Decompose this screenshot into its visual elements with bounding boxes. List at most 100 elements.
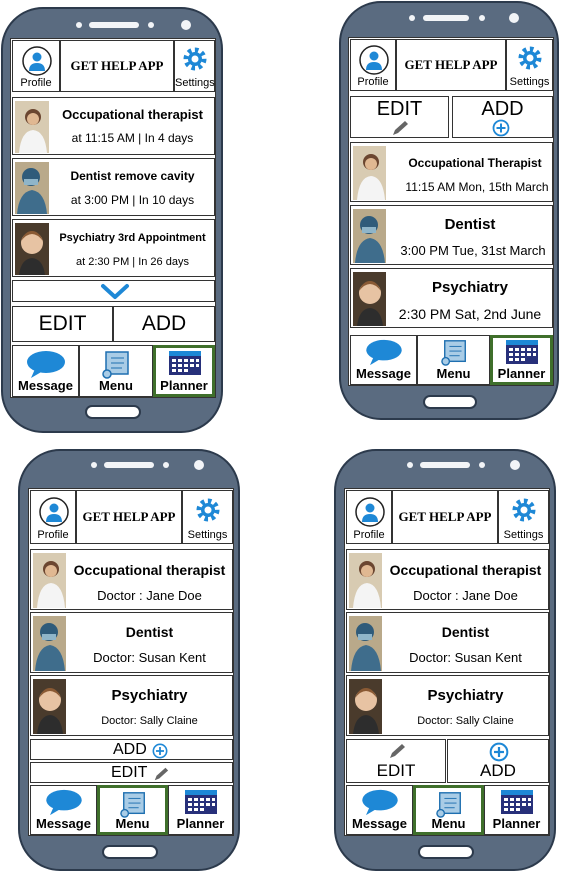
appointment-title: Psychiatry 3rd Appointment (59, 232, 206, 244)
add-button[interactable]: ADD (30, 739, 233, 760)
nav-planner[interactable]: Planner (490, 335, 553, 385)
doctor-name: Doctor : Jane Doe (97, 588, 202, 603)
nav-menu[interactable]: Menu (97, 785, 168, 835)
add-button[interactable]: ADD (447, 739, 549, 783)
expand-button[interactable] (12, 280, 215, 302)
sensor-dot (148, 22, 154, 28)
home-button[interactable] (423, 395, 477, 409)
nav-menu[interactable]: Menu (79, 345, 153, 397)
appointment-time: at 3:00 PM | In 10 days (70, 193, 195, 207)
edit-button[interactable]: EDIT (350, 96, 449, 138)
scroll-icon (436, 792, 461, 818)
calendar-icon (169, 351, 201, 375)
screen-4: Profile GET HELP APP Settings Occupation… (344, 488, 550, 836)
plus-circle-icon (492, 119, 510, 137)
app-title: GET HELP APP (76, 490, 182, 544)
pencil-icon (390, 744, 405, 758)
doctor-photo (353, 146, 386, 200)
nav-message[interactable]: Message (30, 785, 97, 835)
profile-button[interactable]: Profile (350, 39, 396, 91)
appointment-row[interactable]: Occupational Therapist 11:15 AM Mon, 15t… (350, 142, 553, 202)
doctor-row[interactable]: Psychiatry Doctor: Sally Claine (30, 675, 233, 736)
appointment-row[interactable]: Dentist 3:00 PM Tue, 31st March (350, 205, 553, 265)
sensor-dot (409, 15, 415, 21)
profile-label: Profile (353, 529, 385, 541)
appointment-time: at 11:15 AM | In 4 days (71, 131, 194, 145)
speaker (420, 462, 470, 468)
edit-button[interactable]: EDIT (12, 306, 113, 342)
nav-message[interactable]: Message (12, 345, 79, 397)
settings-label: Settings (509, 76, 550, 88)
appointment-time: at 2:30 PM | In 26 days (76, 256, 189, 268)
phone-3: Profile GET HELP APP Settings Occupation… (18, 449, 240, 871)
doctor-row[interactable]: Dentist Doctor: Susan Kent (346, 612, 549, 673)
app-title: GET HELP APP (396, 39, 506, 91)
doctor-specialty: Psychiatry (427, 687, 504, 704)
doctor-specialty: Dentist (441, 624, 490, 640)
plus-circle-icon (489, 742, 509, 762)
gear-icon (196, 498, 220, 522)
appointment-row[interactable]: Dentist remove cavity at 3:00 PM | In 10… (12, 158, 215, 216)
doctor-photo (15, 162, 49, 214)
nav-message[interactable]: Message (350, 335, 417, 385)
pencil-icon (393, 121, 408, 135)
app-title: GET HELP APP (392, 490, 498, 544)
profile-label: Profile (37, 529, 69, 541)
doctor-row[interactable]: Occupational therapist Doctor : Jane Doe (346, 549, 549, 610)
nav-planner-label: Planner (176, 816, 225, 831)
appointment-title: Dentist (444, 216, 496, 233)
gear-icon (512, 498, 536, 522)
nav-message[interactable]: Message (346, 785, 413, 835)
appointment-row[interactable]: Occupational therapist at 11:15 AM | In … (12, 97, 215, 155)
doctor-row[interactable]: Psychiatry Doctor: Sally Claine (346, 675, 549, 736)
add-button[interactable]: ADD (452, 96, 553, 138)
edit-label: EDIT (376, 761, 416, 780)
settings-button[interactable]: Settings (182, 490, 233, 544)
profile-button[interactable]: Profile (346, 490, 392, 544)
nav-planner[interactable]: Planner (168, 785, 233, 835)
phone-1: Profile GET HELP APP Settings Occupation… (1, 7, 223, 433)
nav-message-label: Message (18, 378, 73, 393)
add-label: ADD (113, 741, 147, 758)
nav-menu[interactable]: Menu (413, 785, 484, 835)
speech-bubble-icon (46, 789, 82, 816)
nav-menu[interactable]: Menu (417, 335, 490, 385)
camera (509, 13, 519, 23)
appointment-row[interactable]: Psychiatry 2:30 PM Sat, 2nd June (350, 268, 553, 328)
doctor-photo (353, 272, 386, 326)
home-button[interactable] (102, 845, 158, 859)
doctor-row[interactable]: Occupational therapist Doctor : Jane Doe (30, 549, 233, 610)
add-button[interactable]: ADD (113, 306, 215, 342)
sensor-dot (479, 15, 485, 21)
nav-menu-label: Menu (436, 366, 471, 381)
home-button[interactable] (418, 845, 474, 859)
home-button[interactable] (85, 405, 141, 419)
camera (194, 460, 204, 470)
calendar-icon (506, 340, 538, 364)
doctor-row[interactable]: Dentist Doctor: Susan Kent (30, 612, 233, 673)
calendar-icon (501, 790, 533, 814)
plus-circle-icon (152, 743, 168, 759)
camera (181, 20, 191, 30)
doctor-photo (349, 553, 382, 608)
settings-label: Settings (187, 529, 228, 541)
appointment-title: Occupational therapist (62, 107, 203, 122)
profile-icon (359, 45, 389, 75)
sensor-dot (479, 462, 485, 468)
doctor-photo (33, 553, 66, 608)
edit-button[interactable]: EDIT (30, 762, 233, 783)
scroll-icon (102, 351, 129, 379)
speech-bubble-icon (27, 351, 65, 378)
profile-button[interactable]: Profile (12, 40, 60, 92)
speaker (104, 462, 154, 468)
nav-planner[interactable]: Planner (484, 785, 549, 835)
nav-planner[interactable]: Planner (153, 345, 215, 397)
settings-button[interactable]: Settings (174, 40, 215, 92)
nav-menu-label: Menu (115, 816, 150, 831)
appointment-row[interactable]: Psychiatry 3rd Appointment at 2:30 PM | … (12, 219, 215, 277)
edit-button[interactable]: EDIT (346, 739, 446, 783)
settings-button[interactable]: Settings (498, 490, 549, 544)
profile-button[interactable]: Profile (30, 490, 76, 544)
settings-button[interactable]: Settings (506, 39, 553, 91)
chevron-down-icon (101, 284, 129, 299)
